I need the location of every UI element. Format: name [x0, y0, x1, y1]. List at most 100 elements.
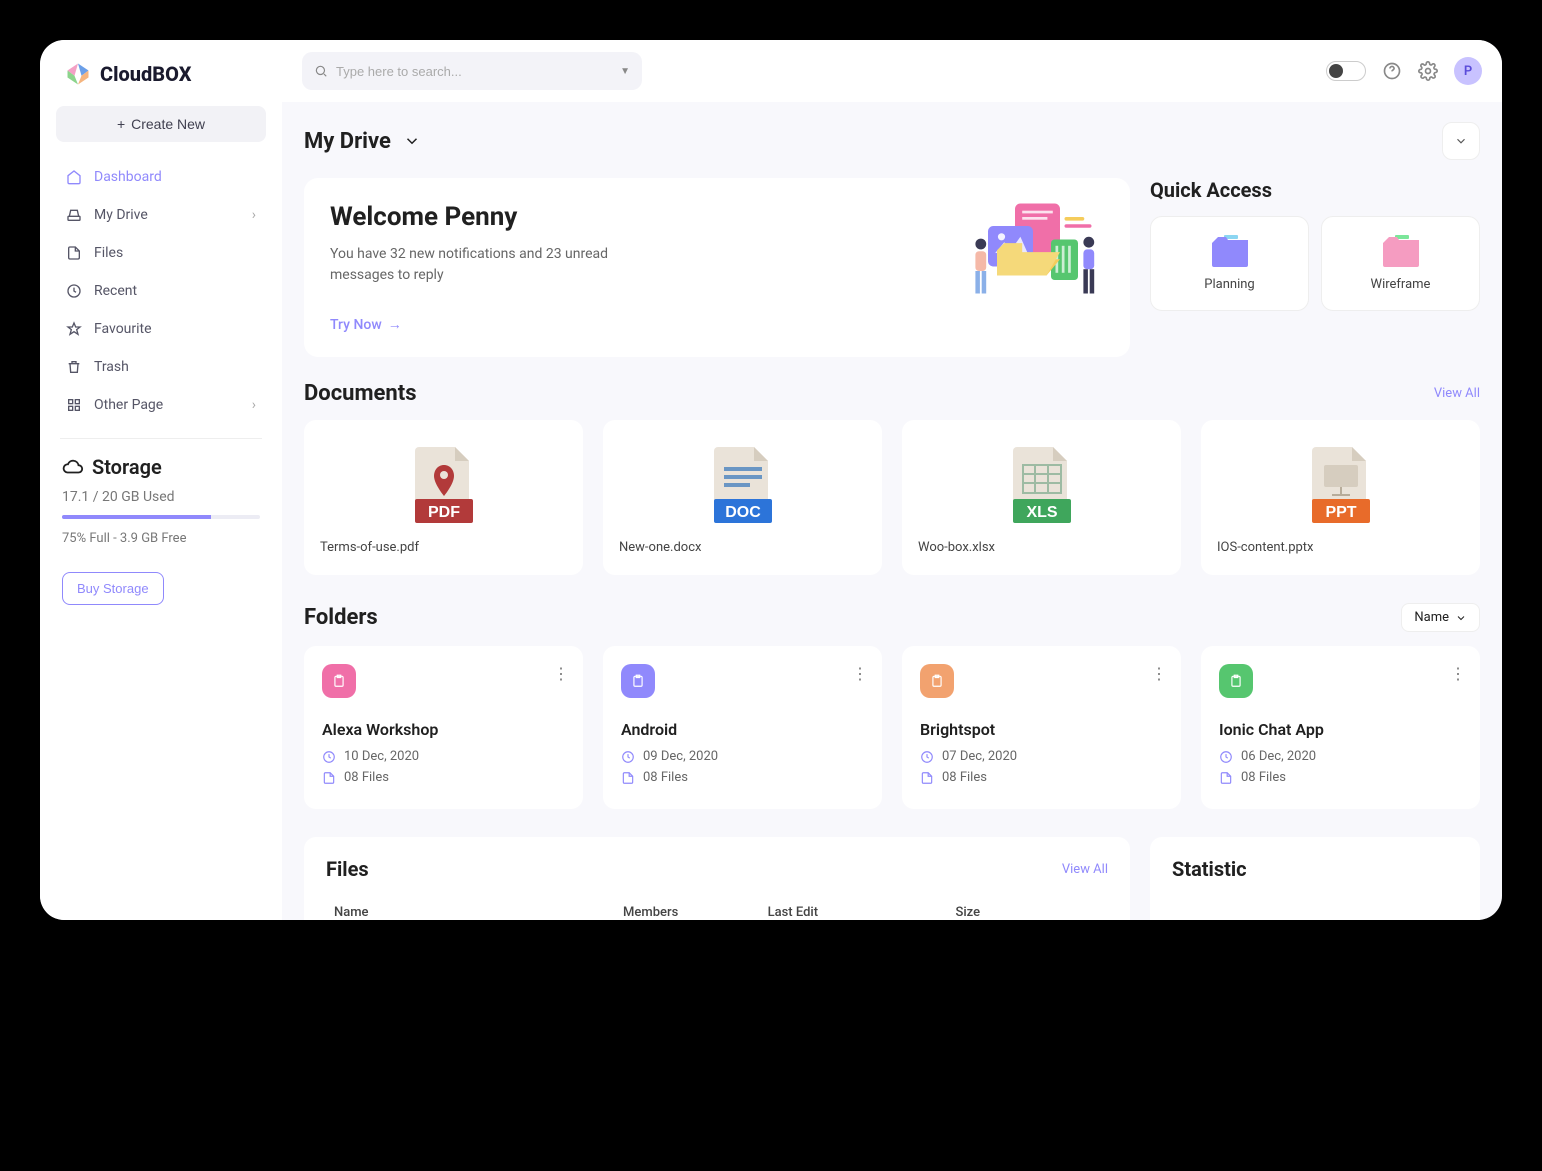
plus-icon: + — [117, 116, 125, 132]
help-button[interactable] — [1382, 61, 1402, 81]
folder-item[interactable]: ⋮ Alexa Workshop 10 Dec, 2020 08 Files — [304, 646, 583, 809]
chevron-right-icon: › — [252, 207, 256, 223]
chevron-down-icon — [1455, 612, 1467, 624]
document-item[interactable]: PPT IOS-content.pptx — [1201, 420, 1480, 575]
quick-access-label: Wireframe — [1371, 277, 1431, 292]
file-icon — [322, 771, 336, 785]
file-icon — [1219, 771, 1233, 785]
storage-heading: Storage — [56, 455, 266, 479]
folder-icon — [1381, 235, 1421, 267]
clock-icon — [920, 750, 934, 764]
chevron-right-icon: › — [252, 397, 256, 413]
sidebar-item-dashboard[interactable]: Dashboard — [56, 160, 266, 194]
avatar[interactable]: P — [1454, 57, 1482, 85]
documents-header: Documents View All — [304, 381, 1480, 406]
folder-menu-button[interactable]: ⋮ — [1450, 664, 1466, 683]
ppt-icon: PPT — [1217, 440, 1464, 530]
clock-icon — [322, 750, 336, 764]
sidebar-item-label: Other Page — [94, 397, 163, 413]
folders-sort[interactable]: Name — [1401, 603, 1480, 632]
star-icon — [66, 321, 82, 337]
cloud-icon — [62, 456, 84, 478]
folders-title: Folders — [304, 605, 378, 630]
folders-header: Folders Name — [304, 603, 1480, 632]
quick-access-wireframe[interactable]: Wireframe — [1321, 216, 1480, 311]
search-icon — [314, 64, 328, 78]
create-new-button[interactable]: + Create New — [56, 106, 266, 142]
folder-name: Alexa Workshop — [322, 720, 565, 739]
sidebar-item-files[interactable]: Files — [56, 236, 266, 270]
document-item[interactable]: XLS Woo-box.xlsx — [902, 420, 1181, 575]
page-title-dropdown[interactable]: My Drive — [304, 129, 421, 154]
folder-menu-button[interactable]: ⋮ — [1151, 664, 1167, 683]
statistic-card: Statistic — [1150, 837, 1480, 920]
col-size: Size — [955, 905, 1100, 920]
sidebar-item-label: Dashboard — [94, 169, 162, 185]
svg-text:DOC: DOC — [725, 504, 761, 521]
caret-down-icon[interactable]: ▼ — [620, 66, 630, 77]
theme-toggle[interactable] — [1326, 61, 1366, 81]
welcome-illustration — [934, 190, 1114, 330]
folder-files: 08 Files — [1241, 770, 1286, 785]
quick-access: Quick Access Planning Wirefr — [1150, 178, 1480, 357]
documents-view-all[interactable]: View All — [1434, 386, 1480, 401]
main: ▼ P My Drive — [282, 40, 1502, 920]
file-icon — [920, 771, 934, 785]
folder-item[interactable]: ⋮ Ionic Chat App 06 Dec, 2020 08 Files — [1201, 646, 1480, 809]
search-box[interactable]: ▼ — [302, 52, 642, 90]
col-members: Members — [623, 905, 768, 920]
document-item[interactable]: DOC New-one.docx — [603, 420, 882, 575]
svg-text:PPT: PPT — [1325, 504, 1356, 521]
files-table-header: Name Members Last Edit Size — [326, 899, 1108, 920]
folder-badge-icon — [621, 664, 655, 698]
files-view-all[interactable]: View All — [1062, 862, 1108, 877]
folder-files: 08 Files — [643, 770, 688, 785]
doc-icon: DOC — [619, 440, 866, 530]
folder-name: Android — [621, 720, 864, 739]
sidebar-item-trash[interactable]: Trash — [56, 350, 266, 384]
sort-label: Name — [1414, 610, 1449, 625]
try-now-link[interactable]: Try Now → — [330, 316, 402, 333]
page-options-button[interactable] — [1442, 122, 1480, 160]
storage-used: 17.1 / 20 GB Used — [56, 479, 266, 515]
quick-access-planning[interactable]: Planning — [1150, 216, 1309, 311]
brand-logo[interactable]: CloudBOX — [56, 60, 266, 106]
svg-text:PDF: PDF — [428, 504, 460, 521]
sidebar-item-label: My Drive — [94, 207, 148, 223]
sidebar-item-favourite[interactable]: Favourite — [56, 312, 266, 346]
sidebar-item-other-page[interactable]: Other Page › — [56, 388, 266, 422]
topbar: ▼ P — [282, 40, 1502, 102]
storage-title-text: Storage — [92, 455, 162, 479]
file-icon — [621, 771, 635, 785]
xls-icon: XLS — [918, 440, 1165, 530]
sidebar-item-label: Favourite — [94, 321, 152, 337]
folder-date: 09 Dec, 2020 — [643, 749, 718, 764]
sidebar-item-recent[interactable]: Recent — [56, 274, 266, 308]
documents-title: Documents — [304, 381, 417, 406]
storage-desc: 75% Full - 3.9 GB Free — [56, 519, 266, 558]
bottom-row: Files View All Name Members Last Edit Si… — [304, 837, 1480, 920]
settings-button[interactable] — [1418, 61, 1438, 81]
buy-storage-button[interactable]: Buy Storage — [62, 572, 164, 605]
folder-menu-button[interactable]: ⋮ — [852, 664, 868, 683]
trash-icon — [66, 359, 82, 375]
folder-name: Ionic Chat App — [1219, 720, 1462, 739]
document-item[interactable]: PDF Terms-of-use.pdf — [304, 420, 583, 575]
document-name: Terms-of-use.pdf — [320, 540, 567, 555]
document-name: Woo-box.xlsx — [918, 540, 1165, 555]
document-name: IOS-content.pptx — [1217, 540, 1464, 555]
folder-menu-button[interactable]: ⋮ — [553, 664, 569, 683]
folder-files: 08 Files — [344, 770, 389, 785]
welcome-card: Welcome Penny You have 32 new notificati… — [304, 178, 1130, 357]
sidebar-item-my-drive[interactable]: My Drive › — [56, 198, 266, 232]
folder-item[interactable]: ⋮ Brightspot 07 Dec, 2020 08 Files — [902, 646, 1181, 809]
search-input[interactable] — [336, 64, 612, 79]
sidebar: CloudBOX + Create New Dashboard My Drive… — [40, 40, 282, 920]
drive-icon — [66, 207, 82, 223]
document-name: New-one.docx — [619, 540, 866, 555]
welcome-subtitle: You have 32 new notifications and 23 unr… — [330, 244, 610, 286]
folder-item[interactable]: ⋮ Android 09 Dec, 2020 08 Files — [603, 646, 882, 809]
sidebar-nav: Dashboard My Drive › Files Recent Favour… — [56, 160, 266, 422]
home-icon — [66, 169, 82, 185]
hero-row: Welcome Penny You have 32 new notificati… — [304, 178, 1480, 357]
